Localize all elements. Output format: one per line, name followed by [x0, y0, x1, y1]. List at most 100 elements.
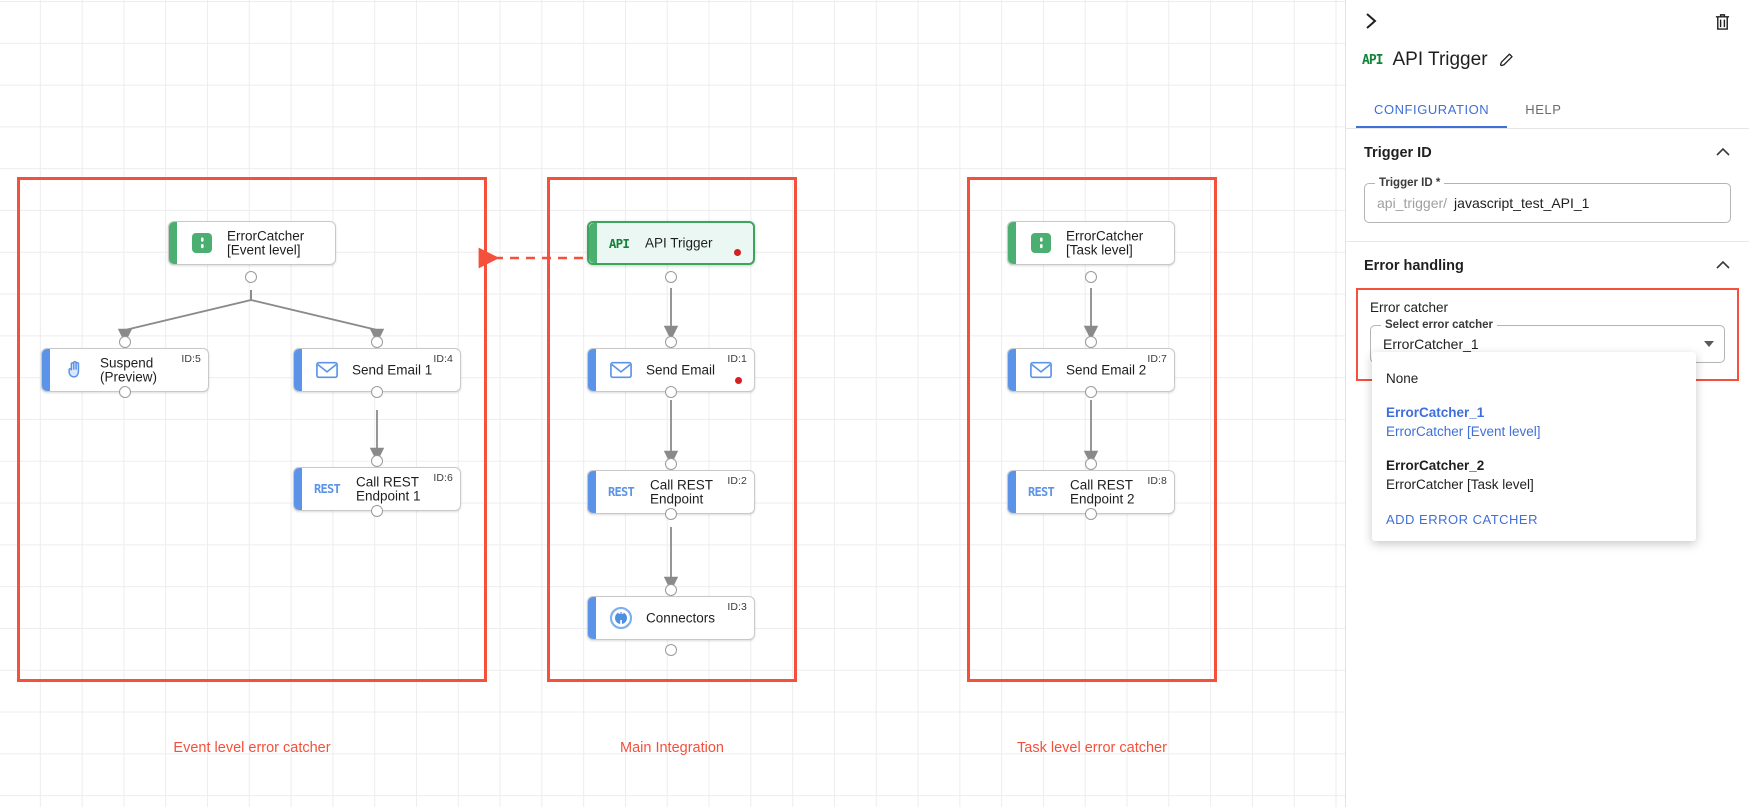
option-title: ErrorCatcher_1: [1386, 404, 1485, 420]
node-accent-bar: [1008, 349, 1016, 391]
api-icon: API: [1362, 52, 1384, 68]
node-port-in[interactable]: [371, 455, 383, 467]
add-error-catcher-button[interactable]: ADD ERROR CATCHER: [1372, 502, 1696, 535]
node-label: Send Email 2: [1066, 362, 1147, 378]
node-label: Connectors: [646, 610, 716, 626]
node-accent-bar: [589, 223, 597, 263]
panel-tabs: CONFIGURATION HELP: [1346, 92, 1749, 129]
panel-topbar: [1346, 0, 1749, 42]
rest-icon: REST: [1027, 485, 1055, 499]
node-accent-bar: [588, 349, 596, 391]
hand-icon: [62, 357, 88, 383]
node-api-trigger[interactable]: API API Trigger: [587, 221, 755, 265]
rest-icon: REST: [313, 482, 341, 496]
node-accent-bar: [588, 471, 596, 513]
trigger-id-field-wrap: Trigger ID * api_trigger/ javascript_tes…: [1346, 175, 1749, 241]
rest-icon: REST: [607, 485, 635, 499]
section-header-trigger-id[interactable]: Trigger ID: [1346, 129, 1749, 175]
chevron-up-icon[interactable]: [1715, 258, 1731, 274]
node-label: ErrorCatcher [Event level]: [227, 228, 305, 257]
status-dot: [735, 377, 742, 384]
chevron-up-icon[interactable]: [1715, 145, 1731, 161]
option-subtitle: ErrorCatcher [Event level]: [1386, 424, 1541, 440]
node-id-label: ID:8: [1147, 475, 1167, 487]
node-port-in[interactable]: [665, 584, 677, 596]
error-catcher-select-legend: Select error catcher: [1381, 319, 1498, 331]
error-catcher-selected-value: ErrorCatcher_1: [1383, 336, 1479, 352]
node-label: Send Email 1: [352, 362, 433, 378]
group-label-event-level: Event level error catcher: [173, 740, 331, 756]
node-port-in[interactable]: [665, 458, 677, 470]
dropdown-option-none[interactable]: None: [1372, 362, 1696, 396]
panel-title-row: API API Trigger: [1346, 42, 1749, 78]
node-id-label: ID:7: [1147, 353, 1167, 365]
trigger-id-legend: Trigger ID *: [1375, 177, 1445, 189]
node-port-in[interactable]: [1085, 336, 1097, 348]
node-accent-bar: [1008, 471, 1016, 513]
node-port-out[interactable]: [665, 508, 677, 520]
node-connectors[interactable]: Connectors ID:3: [587, 596, 755, 640]
node-label: Call REST Endpoint 2: [1070, 477, 1135, 506]
node-label: Send Email: [646, 362, 716, 378]
envelope-icon: [314, 357, 340, 383]
node-port-in[interactable]: [371, 336, 383, 348]
node-errorcatcher-task-level[interactable]: ErrorCatcher [Task level]: [1007, 221, 1175, 265]
api-icon: API: [608, 235, 630, 251]
error-catcher-label: Error catcher: [1370, 300, 1449, 315]
pencil-icon[interactable]: [1498, 51, 1516, 69]
error-catcher-highlight-box: Error catcher Select error catcher Error…: [1356, 288, 1739, 541]
node-accent-bar: [42, 349, 50, 391]
error-catcher-icon: [1028, 230, 1054, 256]
tab-configuration[interactable]: CONFIGURATION: [1356, 92, 1508, 128]
node-errorcatcher-event-level[interactable]: ErrorCatcher [Event level]: [168, 221, 336, 265]
dropdown-option-errorcatcher-2[interactable]: ErrorCatcher_2 ErrorCatcher [Task level]: [1372, 449, 1696, 502]
node-port-in[interactable]: [119, 336, 131, 348]
section-title: Trigger ID: [1364, 145, 1432, 161]
page-title: API Trigger: [1392, 49, 1488, 70]
node-accent-bar: [588, 597, 596, 639]
node-accent-bar: [294, 349, 302, 391]
workflow-canvas[interactable]: Event level error catcher Main Integrati…: [0, 0, 1345, 807]
node-port-out[interactable]: [665, 271, 677, 283]
trigger-id-input[interactable]: Trigger ID * api_trigger/ javascript_tes…: [1364, 177, 1731, 223]
node-port-out[interactable]: [245, 271, 257, 283]
node-port-out[interactable]: [1085, 508, 1097, 520]
trigger-id-prefix: api_trigger/: [1377, 195, 1448, 211]
error-catcher-dropdown-menu[interactable]: None ErrorCatcher_1 ErrorCatcher [Event …: [1372, 352, 1696, 541]
dropdown-option-errorcatcher-1[interactable]: ErrorCatcher_1 ErrorCatcher [Event level…: [1372, 396, 1696, 449]
trash-icon[interactable]: [1709, 8, 1735, 34]
envelope-icon: [608, 357, 634, 383]
node-accent-bar: [169, 222, 177, 264]
node-port-out[interactable]: [665, 644, 677, 656]
group-label-main-integration: Main Integration: [620, 740, 724, 756]
node-port-out[interactable]: [119, 386, 131, 398]
node-accent-bar: [1008, 222, 1016, 264]
chevron-down-icon[interactable]: [1704, 341, 1714, 347]
node-label: API Trigger: [645, 235, 713, 251]
connectors-icon: [608, 605, 634, 631]
option-title: ErrorCatcher_2: [1386, 457, 1485, 473]
node-port-out[interactable]: [371, 505, 383, 517]
trigger-id-value: javascript_test_API_1: [1454, 195, 1590, 211]
group-label-task-level: Task level error catcher: [1017, 740, 1167, 756]
properties-panel: API API Trigger CONFIGURATION HELP Trigg…: [1345, 0, 1749, 807]
node-label: ErrorCatcher [Task level]: [1066, 228, 1144, 257]
option-subtitle: ErrorCatcher [Task level]: [1386, 477, 1534, 493]
error-catcher-icon: [189, 230, 215, 256]
section-header-error-handling[interactable]: Error handling: [1346, 242, 1749, 288]
option-title: None: [1386, 371, 1419, 386]
node-port-out[interactable]: [1085, 386, 1097, 398]
node-port-out[interactable]: [371, 386, 383, 398]
node-id-label: ID:4: [433, 353, 453, 365]
node-label: Call REST Endpoint: [650, 477, 714, 506]
chevron-right-icon[interactable]: [1358, 8, 1384, 34]
node-port-out[interactable]: [1085, 271, 1097, 283]
node-id-label: ID:1: [727, 353, 747, 365]
node-port-in[interactable]: [665, 336, 677, 348]
node-accent-bar: [294, 468, 302, 510]
node-port-in[interactable]: [1085, 458, 1097, 470]
node-id-label: ID:3: [727, 601, 747, 613]
node-id-label: ID:5: [181, 353, 201, 365]
node-port-out[interactable]: [665, 386, 677, 398]
tab-help[interactable]: HELP: [1507, 92, 1579, 128]
